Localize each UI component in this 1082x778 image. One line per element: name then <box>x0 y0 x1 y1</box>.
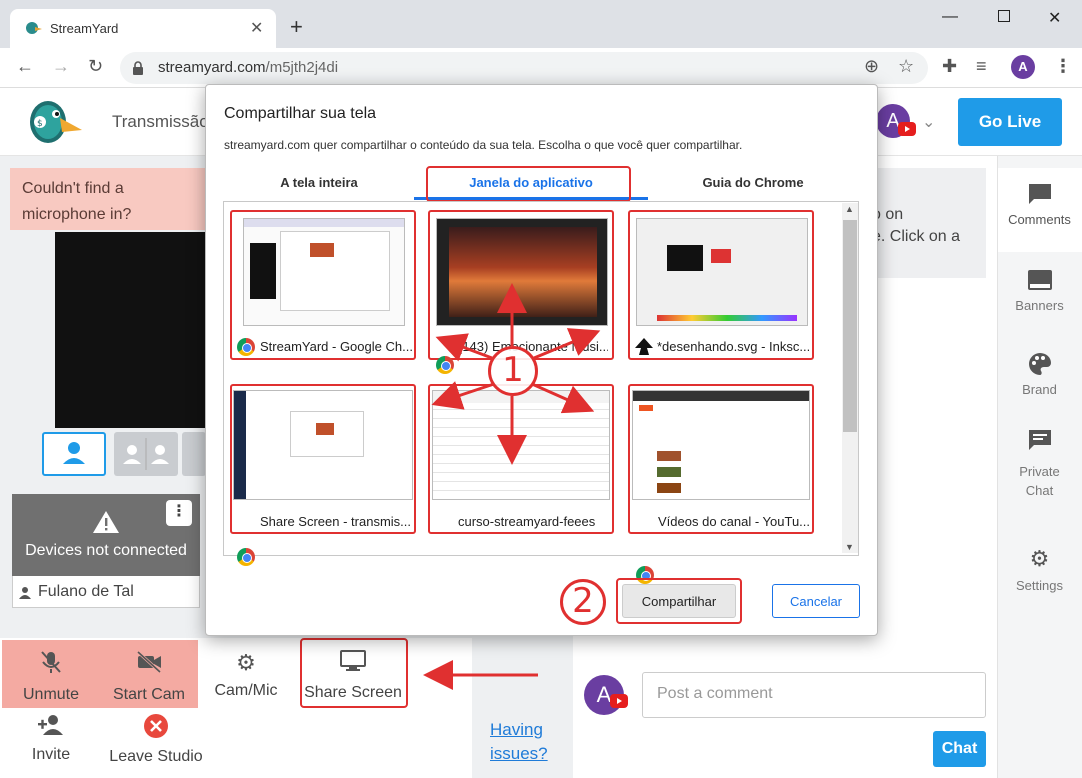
step-1-marker: 1 <box>488 346 538 396</box>
arrow-down-left <box>431 381 495 410</box>
arrow-up-left <box>435 333 493 362</box>
annotation-arrows <box>423 283 601 690</box>
step-2-marker: 2 <box>560 579 606 625</box>
arrow-up-right <box>533 328 601 360</box>
arrow-down-right <box>531 382 595 414</box>
